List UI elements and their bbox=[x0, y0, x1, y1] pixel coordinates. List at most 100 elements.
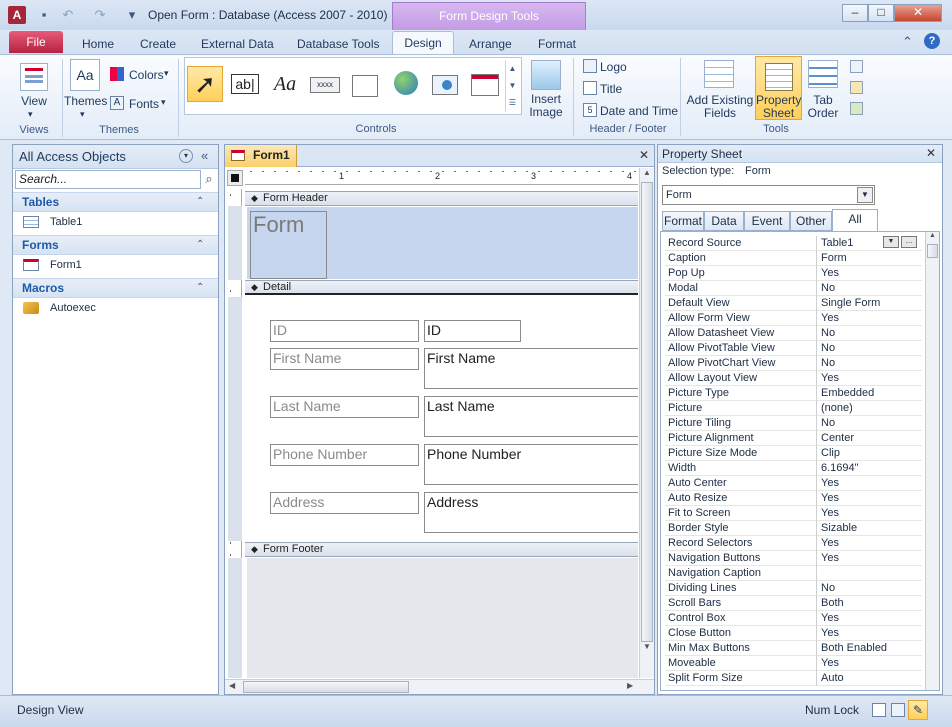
tab-design[interactable]: Design bbox=[392, 31, 454, 55]
property-value[interactable]: Yes bbox=[821, 626, 839, 640]
button-control[interactable]: xxxx bbox=[307, 66, 343, 102]
search-input[interactable]: Search... bbox=[15, 170, 201, 189]
close-pane-icon[interactable]: ✕ bbox=[926, 146, 936, 160]
add-existing-fields-button[interactable]: Add Existing Fields bbox=[686, 94, 754, 120]
property-value[interactable]: Auto bbox=[821, 671, 844, 685]
customize-qat-icon[interactable]: ▾ bbox=[124, 7, 140, 23]
nav-section-forms[interactable]: Forms ⌃ bbox=[13, 235, 218, 255]
collapse-icon[interactable]: ⌃ bbox=[196, 282, 204, 293]
logo-button[interactable]: Logo bbox=[600, 60, 627, 74]
vertical-scrollbar[interactable]: ▲ ▼ bbox=[639, 168, 654, 678]
detail-bar[interactable]: ◆ Detail bbox=[245, 280, 638, 295]
fonts-dropdown-icon[interactable]: ▾ bbox=[161, 97, 166, 108]
tab-format-props[interactable]: Format bbox=[662, 211, 704, 231]
id-textbox[interactable]: ID bbox=[424, 320, 521, 342]
property-value[interactable]: Clip bbox=[821, 446, 840, 460]
property-value[interactable]: Form bbox=[821, 251, 847, 265]
property-row[interactable]: Picture Type Embedded bbox=[665, 386, 922, 401]
form-title-label[interactable]: Form bbox=[250, 211, 327, 279]
layout-view-icon[interactable] bbox=[891, 703, 905, 717]
property-row[interactable]: Min Max Buttons Both Enabled bbox=[665, 641, 922, 656]
property-row[interactable]: Default View Single Form bbox=[665, 296, 922, 311]
property-value[interactable]: No bbox=[821, 356, 835, 370]
property-row[interactable]: Navigation Caption bbox=[665, 566, 922, 581]
nav-item-table1[interactable]: Table1 bbox=[23, 213, 82, 231]
property-value[interactable]: Table1 bbox=[821, 236, 853, 250]
property-value[interactable]: Yes bbox=[821, 611, 839, 625]
tab-file[interactable]: File bbox=[9, 31, 63, 53]
tab-control[interactable] bbox=[347, 66, 383, 102]
tab-database-tools[interactable]: Database Tools bbox=[285, 34, 392, 54]
phone-number-textbox[interactable]: Phone Number bbox=[424, 444, 638, 485]
gallery-scroll[interactable]: ▲ ▼ ☰ bbox=[505, 60, 519, 112]
property-value[interactable]: Yes bbox=[821, 371, 839, 385]
property-row[interactable]: Allow PivotTable View No bbox=[665, 341, 922, 356]
close-window-button[interactable]: ✕ bbox=[894, 4, 942, 22]
section-selector[interactable] bbox=[228, 558, 242, 678]
save-icon[interactable]: ▪ bbox=[36, 7, 52, 23]
property-value[interactable]: Yes bbox=[821, 476, 839, 490]
design-view-icon[interactable]: ✎ bbox=[908, 700, 928, 720]
tab-event-props[interactable]: Event bbox=[744, 211, 790, 231]
property-row[interactable]: Navigation Buttons Yes bbox=[665, 551, 922, 566]
address-textbox[interactable]: Address bbox=[424, 492, 638, 533]
colors-button[interactable]: Colors bbox=[129, 68, 164, 82]
property-value[interactable]: Sizable bbox=[821, 521, 857, 535]
hyperlink-control[interactable] bbox=[387, 66, 423, 102]
property-row[interactable]: Allow Form View Yes bbox=[665, 311, 922, 326]
property-value[interactable]: Yes bbox=[821, 311, 839, 325]
property-value[interactable]: (none) bbox=[821, 401, 853, 415]
property-value[interactable]: No bbox=[821, 281, 835, 295]
property-value[interactable]: Yes bbox=[821, 491, 839, 505]
date-time-button[interactable]: Date and Time bbox=[600, 104, 678, 118]
minimize-ribbon-icon[interactable]: ⌃ bbox=[902, 34, 913, 50]
property-value[interactable]: Center bbox=[821, 431, 854, 445]
section-selector[interactable] bbox=[228, 206, 242, 280]
web-browser-control[interactable] bbox=[427, 66, 463, 102]
view-code-icon[interactable] bbox=[850, 60, 863, 73]
collapse-icon[interactable]: ⌃ bbox=[196, 239, 204, 250]
close-document-icon[interactable]: ✕ bbox=[639, 148, 649, 162]
property-row[interactable]: Width 6.1694" bbox=[665, 461, 922, 476]
last-name-label[interactable]: Last Name bbox=[270, 396, 419, 418]
tab-arrange[interactable]: Arrange bbox=[457, 34, 524, 54]
tab-format[interactable]: Format bbox=[526, 34, 588, 54]
fonts-button[interactable]: Fonts bbox=[129, 97, 159, 111]
undo-icon[interactable]: ↶ bbox=[60, 7, 76, 23]
property-value[interactable]: Yes bbox=[821, 551, 839, 565]
colors-dropdown-icon[interactable]: ▾ bbox=[164, 68, 169, 79]
convert-macros-icon[interactable] bbox=[850, 81, 863, 94]
property-row[interactable]: Dividing Lines No bbox=[665, 581, 922, 596]
insert-image-button[interactable]: Insert Image bbox=[524, 93, 568, 119]
form-selector[interactable] bbox=[227, 170, 243, 186]
property-row[interactable]: Auto Resize Yes bbox=[665, 491, 922, 506]
property-value[interactable]: Single Form bbox=[821, 296, 880, 310]
property-row[interactable]: Scroll Bars Both bbox=[665, 596, 922, 611]
address-label[interactable]: Address bbox=[270, 492, 419, 514]
text-box-control[interactable]: ab| bbox=[227, 66, 263, 102]
property-row[interactable]: Allow PivotChart View No bbox=[665, 356, 922, 371]
tab-home[interactable]: Home bbox=[70, 34, 126, 54]
nav-menu-chevron-icon[interactable]: ▾ bbox=[179, 149, 193, 163]
last-name-textbox[interactable]: Last Name bbox=[424, 396, 638, 437]
horizontal-scrollbar[interactable]: ◀ ▶ bbox=[225, 679, 654, 694]
property-value[interactable]: Yes bbox=[821, 266, 839, 280]
property-value[interactable]: No bbox=[821, 326, 835, 340]
tab-other-props[interactable]: Other bbox=[790, 211, 832, 231]
tab-create[interactable]: Create bbox=[128, 34, 188, 54]
tab-data-props[interactable]: Data bbox=[704, 211, 744, 231]
property-value[interactable]: Yes bbox=[821, 506, 839, 520]
maximize-button[interactable]: □ bbox=[868, 4, 894, 22]
phone-number-label[interactable]: Phone Number bbox=[270, 444, 419, 466]
property-row[interactable]: Picture Tiling No bbox=[665, 416, 922, 431]
property-row[interactable]: Close Button Yes bbox=[665, 626, 922, 641]
section-selector[interactable] bbox=[228, 297, 242, 541]
property-value[interactable]: No bbox=[821, 581, 835, 595]
property-row[interactable]: Split Form Size Auto bbox=[665, 671, 922, 686]
property-value[interactable]: No bbox=[821, 341, 835, 355]
view-dropdown-icon[interactable]: ▾ bbox=[28, 109, 33, 120]
dropdown-arrow-icon[interactable]: ▼ bbox=[857, 187, 873, 203]
property-row[interactable]: Control Box Yes bbox=[665, 611, 922, 626]
first-name-textbox[interactable]: First Name bbox=[424, 348, 638, 389]
minimize-button[interactable]: – bbox=[842, 4, 868, 22]
